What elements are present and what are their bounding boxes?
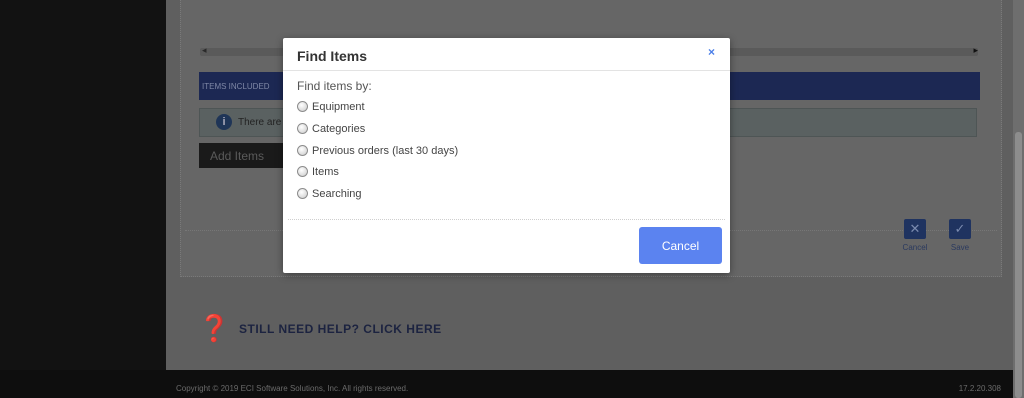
- radio-categories[interactable]: [297, 123, 308, 134]
- left-panel: [0, 0, 166, 370]
- radio-equipment[interactable]: [297, 101, 308, 112]
- dialog-header-divider: [283, 70, 730, 71]
- scrollbar-thumb[interactable]: [1015, 132, 1022, 398]
- dialog-footer-divider: [288, 219, 725, 221]
- save-action-label: Save: [950, 243, 970, 252]
- info-text: There are: [238, 117, 282, 128]
- save-action-button[interactable]: ✓ Save: [947, 219, 973, 252]
- option-label: Items: [312, 166, 339, 178]
- close-icon: ✕: [904, 219, 926, 239]
- cancel-action-button[interactable]: ✕ Cancel: [902, 219, 928, 252]
- add-items-button[interactable]: Add Items: [199, 143, 284, 168]
- option-label: Categories: [312, 123, 366, 135]
- cancel-action-label: Cancel: [902, 243, 928, 252]
- option-label: Previous orders (last 30 days): [312, 145, 459, 157]
- dialog-title: Find Items: [297, 48, 368, 64]
- help-text: STILL NEED HELP? CLICK HERE: [239, 322, 442, 336]
- footer-copyright: Copyright © 2019 ECI Software Solutions,…: [176, 384, 409, 393]
- radio-previous-orders[interactable]: [297, 145, 308, 156]
- items-included-label: ITEMS INCLUDED: [202, 82, 270, 91]
- footer-version: 17.2.20.308: [958, 384, 1001, 393]
- radio-searching[interactable]: [297, 188, 308, 199]
- help-head-icon: ❓: [198, 313, 231, 343]
- find-items-dialog: Find Items × Find items by: Equipment Ca…: [283, 38, 730, 273]
- scroll-left-icon[interactable]: ◂: [202, 45, 207, 56]
- find-by-label: Find items by:: [297, 79, 372, 93]
- scroll-right-icon[interactable]: ▸: [973, 45, 978, 56]
- radio-items[interactable]: [297, 166, 308, 177]
- footer: Copyright © 2019 ECI Software Solutions,…: [166, 370, 1013, 398]
- option-label: Searching: [312, 188, 362, 200]
- cancel-button[interactable]: Cancel: [639, 227, 722, 264]
- info-icon: i: [216, 114, 232, 130]
- checkmark-icon: ✓: [949, 219, 971, 239]
- add-items-label: Add Items: [210, 149, 265, 163]
- option-label: Equipment: [312, 101, 365, 113]
- vertical-scrollbar[interactable]: [1013, 0, 1024, 398]
- close-icon[interactable]: ×: [708, 45, 715, 59]
